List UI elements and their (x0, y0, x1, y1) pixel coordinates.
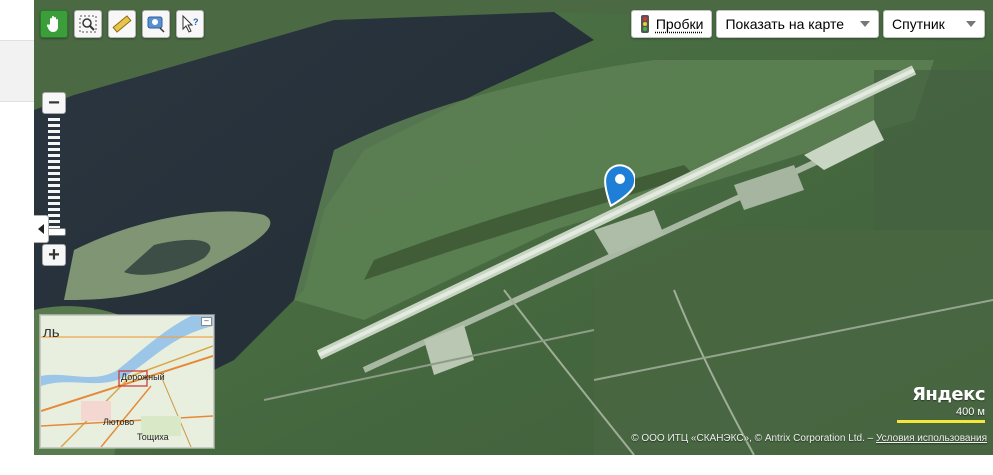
page-bottom-area (0, 455, 993, 475)
copyright-notice: © ООО ИТЦ «СКАНЭКС», © Antrix Corporatio… (631, 433, 987, 444)
map-controls-bar: Пробки Показать на карте Спутник (630, 10, 985, 38)
traffic-light-icon (640, 15, 649, 33)
info-cursor-icon: ? (182, 14, 199, 33)
hand-tool-button[interactable] (40, 10, 68, 38)
scale-label: 400 м (956, 406, 985, 418)
yandex-logo: Яндекс (912, 384, 985, 405)
overview-minimap[interactable]: ль Дорожный Лютово Тощиха – (40, 315, 214, 448)
chevron-down-icon (966, 21, 976, 27)
info-cursor-button[interactable]: ? (176, 10, 204, 38)
show-on-map-label: Показать на карте (725, 16, 844, 32)
svg-text:?: ? (193, 17, 199, 27)
minimap-road-label: Дорожный (121, 372, 165, 382)
zoom-in-button[interactable]: + (42, 244, 66, 266)
traffic-button[interactable]: Пробки (630, 10, 713, 38)
scale-bar (897, 420, 985, 423)
minimap-village-label: Тощиха (137, 432, 169, 442)
satellite-map[interactable]: ? Пробки Показать на карте Спутник − + л… (34, 0, 993, 455)
terms-of-use-link[interactable]: Условия использования (876, 433, 987, 444)
minimap-village-label: Лютово (103, 417, 135, 427)
zoom-out-button[interactable]: − (42, 92, 66, 114)
chevron-down-icon (860, 21, 870, 27)
map-layer-dropdown[interactable]: Спутник (883, 10, 985, 38)
ruler-button[interactable] (108, 10, 136, 38)
hand-icon (46, 16, 58, 32)
show-on-map-dropdown[interactable]: Показать на карте (716, 10, 879, 38)
copyright-text: © ООО ИТЦ «СКАНЭКС», © Antrix Corporatio… (631, 433, 876, 444)
traffic-label: Пробки (655, 16, 704, 32)
map-layer-label: Спутник (892, 16, 945, 32)
map-toolbar: ? (40, 10, 204, 38)
zoom-area-icon (79, 15, 97, 33)
page-sidebar-edge (0, 0, 34, 475)
add-pin-button[interactable] (142, 10, 170, 38)
pin-add-icon (147, 16, 165, 33)
zoom-slider-track[interactable] (48, 118, 60, 234)
collapse-panel-button[interactable] (34, 215, 49, 243)
minimap-close-button[interactable]: – (201, 317, 212, 326)
location-pin-icon[interactable] (601, 163, 635, 209)
ruler-icon (112, 15, 132, 33)
minimap-city-label: ль (43, 324, 60, 341)
chevron-left-icon (38, 224, 44, 234)
map-scale: 400 м (897, 406, 985, 423)
sidebar-panel-stub (0, 40, 34, 102)
zoom-area-button[interactable] (74, 10, 102, 38)
